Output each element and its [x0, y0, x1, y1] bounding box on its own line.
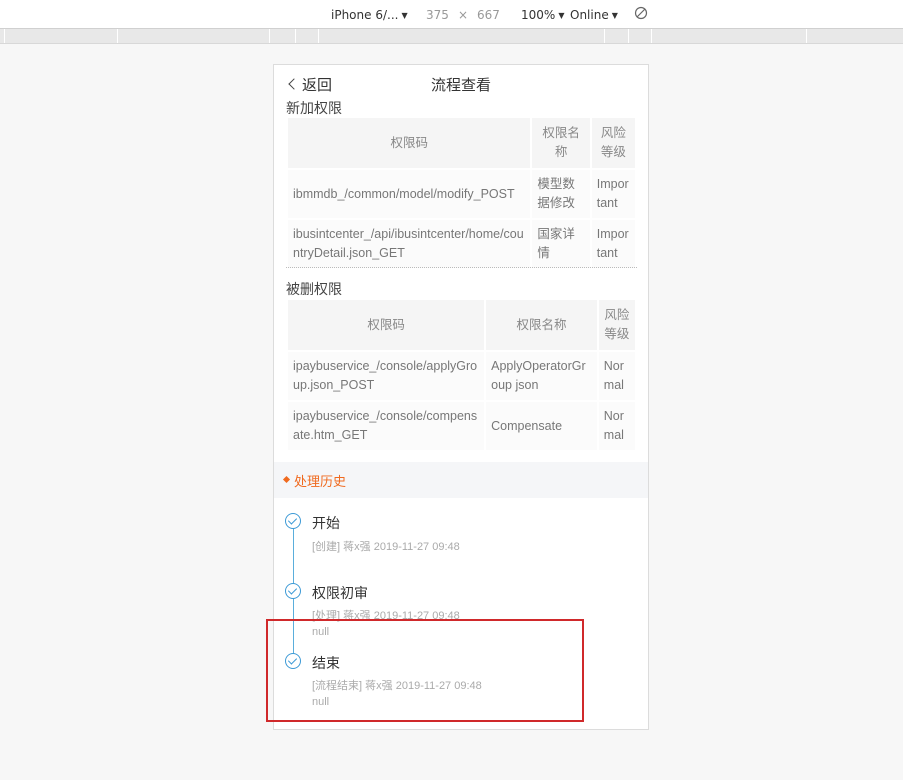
risk-level: Normal: [598, 402, 635, 450]
network-throttle-select[interactable]: Online ▼: [570, 8, 618, 22]
table-row: ibmmdb_/common/model/modify_POST 模型数据修改 …: [288, 170, 635, 218]
header-risk: 风险等级: [598, 300, 635, 350]
permission-name: Compensate: [486, 402, 597, 450]
dimension-separator: ×: [458, 8, 469, 22]
risk-level: Normal: [598, 352, 635, 400]
rotate-icon[interactable]: [634, 6, 648, 23]
history-title: 处理历史: [294, 475, 347, 490]
timeline-item-meta: [创建] 蒋x强 2019-11-27 09:48: [312, 541, 460, 553]
width-input[interactable]: 375: [426, 8, 449, 22]
permission-code: ibusintcenter_/api/ibusintcenter/home/co…: [288, 220, 531, 268]
header-code: 权限码: [288, 118, 531, 168]
removed-permissions-table: 权限码 权限名称 风险等级 ipaybuservice_/console/app…: [286, 298, 637, 452]
table-row: ipaybuservice_/console/applyGroup.json_P…: [288, 352, 635, 400]
caret-down-icon: ▼: [611, 11, 618, 20]
nav-bar: 返回 流程查看: [274, 65, 648, 101]
caret-down-icon: ▼: [401, 11, 408, 20]
history-header: 处理历史: [274, 462, 648, 498]
header-risk: 风险等级: [591, 118, 635, 168]
media-query-ruler[interactable]: [0, 29, 903, 44]
permission-name: ApplyOperatorGroup json: [486, 352, 597, 400]
permission-name: 模型数据修改: [532, 170, 590, 218]
removed-permissions-label: 被删权限: [286, 282, 342, 298]
table-row: ipaybuservice_/console/compensate.htm_GE…: [288, 402, 635, 450]
header-code: 权限码: [288, 300, 485, 350]
header-name: 权限名称: [532, 118, 590, 168]
table-header-row: 权限码 权限名称 风险等级: [288, 300, 635, 350]
zoom-select-label: 100%: [521, 8, 556, 22]
caret-down-icon: ▼: [558, 11, 565, 20]
check-circle-icon: [285, 583, 301, 599]
device-select[interactable]: iPhone 6/... ▼: [331, 8, 408, 22]
added-permissions-table: 权限码 权限名称 风险等级 ibmmdb_/common/model/modif…: [286, 116, 637, 270]
check-circle-icon: [285, 513, 301, 529]
permission-code: ipaybuservice_/console/applyGroup.json_P…: [288, 352, 485, 400]
device-toolbar: iPhone 6/... ▼ 375 × 667 100% ▼ Online ▼: [0, 0, 903, 29]
added-permissions-label: 新加权限: [286, 101, 342, 117]
header-name: 权限名称: [486, 300, 597, 350]
network-select-label: Online: [570, 8, 609, 22]
table-header-row: 权限码 权限名称 风险等级: [288, 118, 635, 168]
permission-name: 国家详情: [532, 220, 590, 268]
height-input[interactable]: 667: [477, 8, 500, 22]
diamond-icon: [282, 475, 291, 484]
permission-code: ipaybuservice_/console/compensate.htm_GE…: [288, 402, 485, 450]
risk-level: Important: [591, 220, 635, 268]
page-title: 流程查看: [430, 76, 491, 94]
timeline-item-title: 开始: [312, 516, 340, 532]
section-divider: [286, 267, 637, 268]
annotation-highlight-box: [266, 619, 584, 722]
table-row: ibusintcenter_/api/ibusintcenter/home/co…: [288, 220, 635, 268]
timeline-item-title: 权限初审: [312, 586, 368, 602]
permission-code: ibmmdb_/common/model/modify_POST: [288, 170, 531, 218]
risk-level: Important: [591, 170, 635, 218]
zoom-select[interactable]: 100% ▼: [521, 8, 564, 22]
device-select-label: iPhone 6/...: [331, 8, 399, 22]
